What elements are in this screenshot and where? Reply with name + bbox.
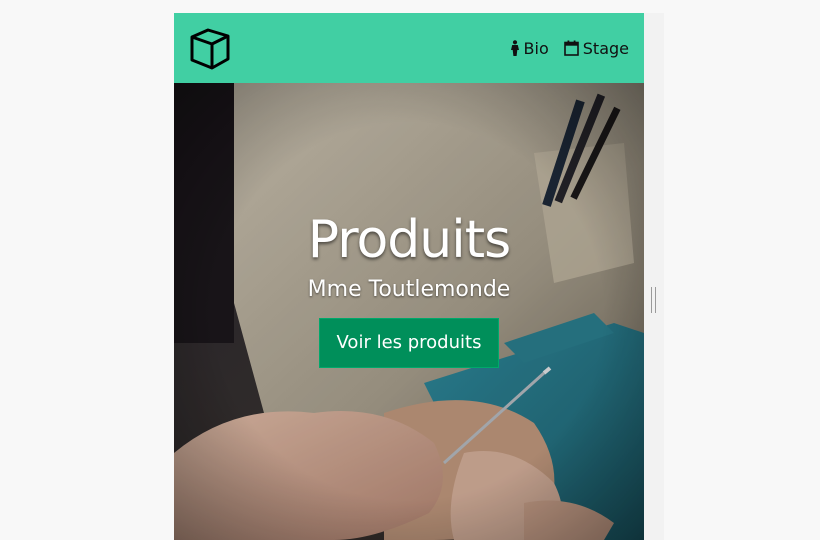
- window-edge-shadow: [644, 13, 664, 540]
- hero-content: Produits Mme Toutlemonde Voir les produi…: [174, 209, 644, 368]
- mobile-viewport: Bio Stage Produits Mme Toutlemonde Voir …: [174, 13, 644, 540]
- calendar-icon: [563, 40, 579, 56]
- viewport-resize-handle[interactable]: [651, 287, 657, 313]
- nav-item-bio[interactable]: Bio: [510, 39, 549, 58]
- nav-menu: Bio Stage: [510, 13, 629, 83]
- top-navbar: Bio Stage: [174, 13, 644, 83]
- cube-icon[interactable]: [188, 26, 232, 70]
- nav-item-stage[interactable]: Stage: [563, 38, 629, 58]
- hero-title: Produits: [307, 210, 511, 270]
- hero-section: Produits Mme Toutlemonde Voir les produi…: [174, 83, 644, 540]
- nav-item-label: Stage: [582, 38, 629, 58]
- view-products-button[interactable]: Voir les produits: [318, 318, 500, 368]
- nav-item-label: Bio: [523, 38, 549, 58]
- hero-subtitle: Mme Toutlemonde: [307, 277, 511, 302]
- female-figure-icon: [510, 40, 520, 56]
